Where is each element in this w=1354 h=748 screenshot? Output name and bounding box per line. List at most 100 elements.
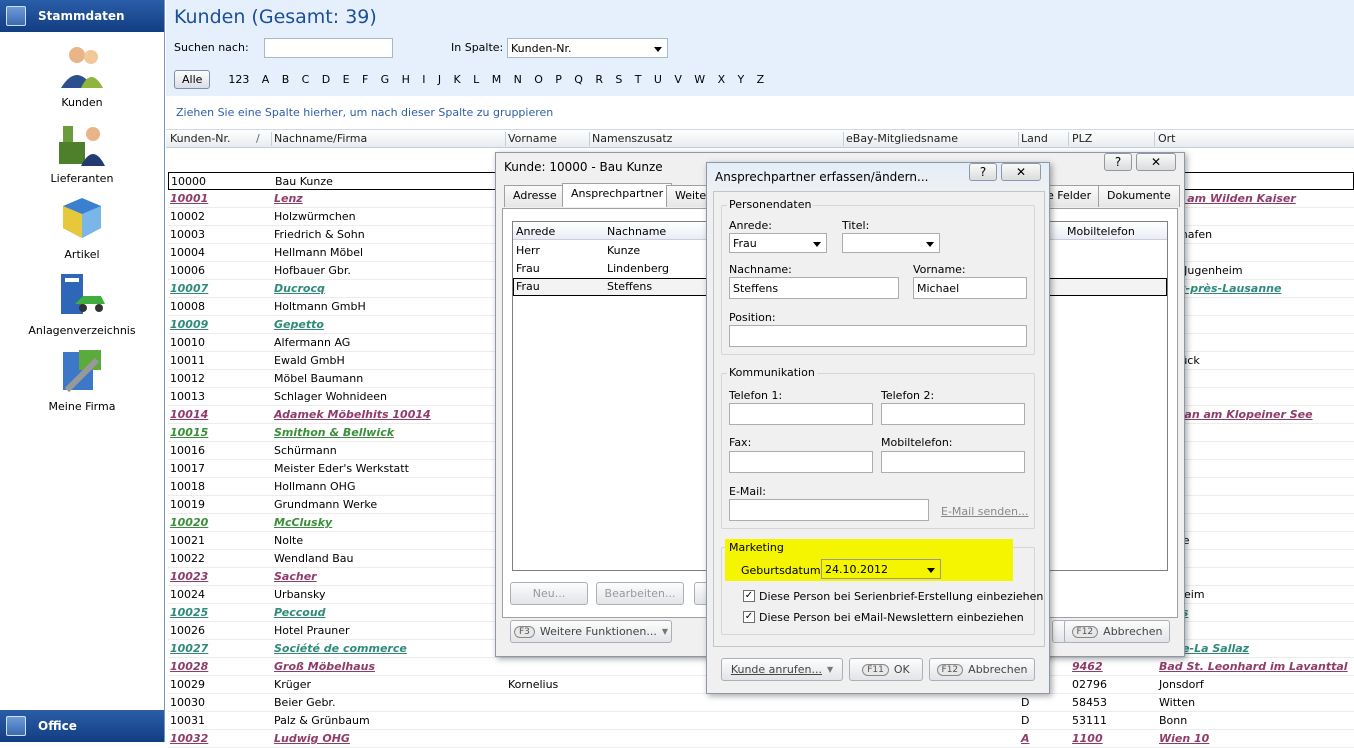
cancel-label: Abbrechen: [1103, 625, 1163, 638]
nav-item-meine-firma[interactable]: Meine Firma: [0, 346, 164, 413]
cell-name: Ludwig OHG: [274, 732, 350, 745]
tab-ansprechpartner[interactable]: Ansprechpartner: [562, 183, 673, 207]
email-send-link[interactable]: E-Mail senden...: [941, 505, 1028, 518]
filter-all-button[interactable]: Alle: [174, 70, 211, 89]
help-icon[interactable]: ?: [969, 163, 997, 181]
more-functions-button[interactable]: F3 Weitere Funktionen... ▼: [510, 620, 672, 643]
vorname-field[interactable]: Michael: [913, 277, 1027, 299]
cell-nr: 10027: [170, 642, 209, 655]
cell-nr: 10007: [170, 282, 209, 295]
filter-letter[interactable]: M: [492, 73, 502, 86]
filter-letter[interactable]: W: [694, 73, 705, 86]
filter-letter[interactable]: S: [615, 73, 622, 86]
filter-letter[interactable]: Z: [757, 73, 765, 86]
nav-footer-office[interactable]: Office: [0, 710, 164, 742]
filter-letter[interactable]: T: [635, 73, 642, 86]
filter-letter[interactable]: E: [343, 73, 350, 86]
cell-name: Krüger: [274, 678, 311, 691]
nav-footer-label: Office: [38, 719, 77, 733]
col-namenszusatz[interactable]: Namenszusatz: [592, 132, 672, 145]
nav-item-label: Lieferanten: [50, 172, 114, 185]
new-contact-button[interactable]: Neu...: [510, 582, 588, 605]
col-nachname[interactable]: Nachname/Firma: [274, 132, 367, 145]
key-f12: F12: [936, 663, 964, 676]
col-plz[interactable]: PLZ: [1072, 132, 1092, 145]
filter-letter[interactable]: V: [674, 73, 682, 86]
filter-letter[interactable]: F: [362, 73, 368, 86]
cell-nr: 10012: [170, 372, 205, 385]
cell-name: Hofbauer Gbr.: [274, 264, 351, 277]
filter-letter[interactable]: G: [381, 73, 390, 86]
serienbrief-label: Diese Person bei Serienbrief-Erstellung …: [759, 590, 1044, 603]
filter-letter[interactable]: Q: [574, 73, 583, 86]
filter-letter[interactable]: N: [514, 73, 522, 86]
filter-letter[interactable]: O: [534, 73, 543, 86]
tab-adresse[interactable]: Adresse: [504, 185, 566, 207]
filter-letter[interactable]: C: [302, 73, 310, 86]
filter-letter[interactable]: 123: [228, 73, 249, 86]
filter-letter[interactable]: I: [422, 73, 425, 86]
nav-item-anlagenverzeichnis[interactable]: Anlagenverzeichnis: [0, 270, 164, 337]
grid-col-mobil[interactable]: Mobiltelefon: [1067, 225, 1135, 238]
titel-select[interactable]: [842, 233, 940, 253]
nav-item-lieferanten[interactable]: Lieferanten: [0, 118, 164, 185]
filter-letter[interactable]: U: [654, 73, 662, 86]
grid-col-anrede[interactable]: Anrede: [516, 225, 555, 238]
ok-button[interactable]: F11 OK: [849, 658, 923, 681]
email-field[interactable]: [729, 499, 929, 521]
help-icon[interactable]: ?: [1104, 153, 1132, 171]
cell-nr: 10023: [170, 570, 209, 583]
position-field[interactable]: [729, 325, 1027, 347]
more-functions-label: Weitere Funktionen...: [539, 625, 657, 638]
filter-letter[interactable]: J: [438, 73, 441, 86]
filter-letter[interactable]: H: [402, 73, 410, 86]
newsletter-label: Diese Person bei eMail-Newslettern einbe…: [759, 611, 1024, 624]
table-row[interactable]: 10032 Ludwig OHG A 1100 Wien 10: [168, 730, 1354, 748]
table-row[interactable]: 10030 Beier Gebr. D 58453 Witten: [168, 694, 1354, 712]
geburtsdatum-picker[interactable]: 24.10.2012: [821, 559, 941, 579]
newsletter-checkbox[interactable]: ✓: [743, 611, 755, 623]
filter-letter[interactable]: B: [282, 73, 290, 86]
nav-item-kunden[interactable]: Kunden: [0, 42, 164, 109]
cell-name: Nolte: [274, 534, 304, 547]
cell-nr: 10032: [170, 732, 209, 745]
column-select[interactable]: Kunden-Nr.: [507, 38, 668, 58]
col-ort[interactable]: Ort: [1158, 132, 1176, 145]
cell-nr: 10026: [170, 624, 205, 637]
col-land[interactable]: Land: [1021, 132, 1048, 145]
filter-letter[interactable]: Y: [738, 73, 745, 86]
cell-name: Möbel Baumann: [274, 372, 364, 385]
close-icon[interactable]: ✕: [1136, 153, 1176, 171]
cell-nr: 10018: [170, 480, 205, 493]
nachname-field[interactable]: Steffens: [729, 277, 899, 299]
mobil-field[interactable]: [881, 451, 1025, 473]
col-vorname[interactable]: Vorname: [508, 132, 557, 145]
serienbrief-checkbox[interactable]: ✓: [743, 590, 755, 602]
anrede-select[interactable]: Frau: [729, 233, 827, 253]
filter-letter[interactable]: R: [595, 73, 603, 86]
col-ebay[interactable]: eBay-Mitgliedsname: [846, 132, 958, 145]
filter-letter[interactable]: K: [454, 73, 461, 86]
fax-field[interactable]: [729, 451, 873, 473]
filter-letter[interactable]: D: [322, 73, 330, 86]
tab-dokumente[interactable]: Dokumente: [1098, 185, 1180, 207]
nav-item-artikel[interactable]: Artikel: [0, 194, 164, 261]
grid-col-nachname[interactable]: Nachname: [607, 225, 666, 238]
cancel-customer-button[interactable]: F12 Abbrechen: [1064, 620, 1170, 643]
call-customer-button[interactable]: Kunde anrufen... ▼: [721, 658, 843, 681]
nav-item-label: Anlagenverzeichnis: [28, 324, 136, 337]
search-input[interactable]: [264, 38, 393, 58]
call-customer-label: Kunde anrufen...: [730, 663, 822, 676]
col-kunden-nr[interactable]: Kunden-Nr.: [170, 132, 231, 145]
table-row[interactable]: 10031 Palz & Grünbaum D 53111 Bonn: [168, 712, 1354, 730]
nav-header-stammdaten[interactable]: Stammdaten: [0, 0, 164, 32]
edit-contact-button[interactable]: Bearbeiten...: [596, 582, 684, 605]
filter-letter[interactable]: L: [473, 73, 479, 86]
filter-letter[interactable]: P: [555, 73, 562, 86]
filter-letter[interactable]: A: [262, 73, 270, 86]
cancel-contact-button[interactable]: F12 Abbrechen: [929, 658, 1035, 681]
tel2-field[interactable]: [881, 403, 1025, 425]
tel1-field[interactable]: [729, 403, 873, 425]
filter-letter[interactable]: X: [718, 73, 726, 86]
close-icon[interactable]: ✕: [1001, 163, 1041, 181]
